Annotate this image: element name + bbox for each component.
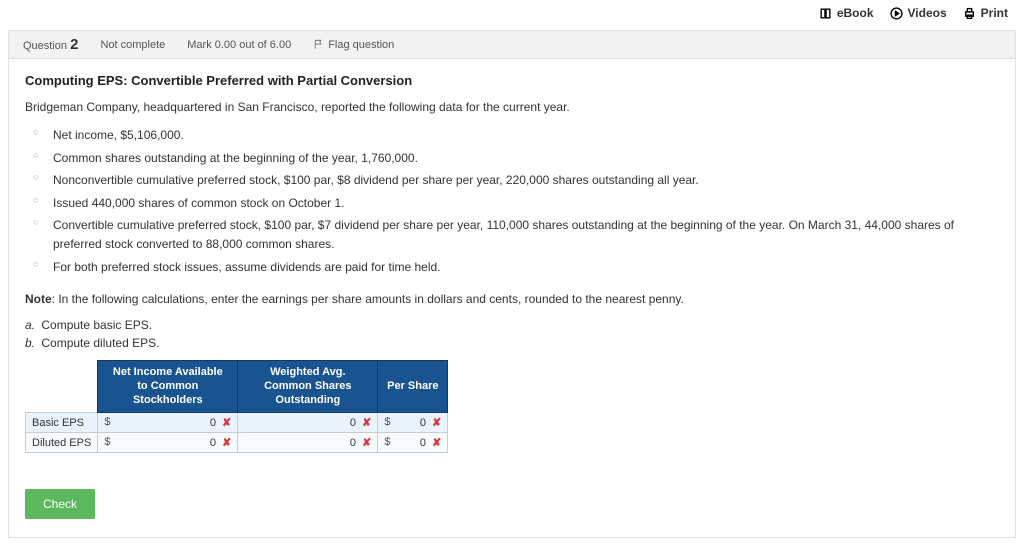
input-cell[interactable]: $0 ✘: [378, 413, 448, 433]
list-item: Issued 440,000 shares of common stock on…: [43, 192, 999, 215]
print-label: Print: [981, 6, 1008, 20]
flag-icon: [313, 39, 324, 50]
row-label: Diluted EPS: [26, 433, 98, 453]
list-item: Net income, $5,106,000.: [43, 124, 999, 147]
question-intro: Bridgeman Company, headquartered in San …: [25, 98, 999, 116]
play-icon: [890, 7, 903, 20]
row-label: Basic EPS: [26, 413, 98, 433]
question-status: Not complete: [100, 39, 165, 51]
flag-question[interactable]: Flag question: [313, 39, 394, 51]
table-row: Basic EPS $0 ✘ 0 ✘ $0 ✘: [26, 413, 448, 433]
table-row: Diluted EPS $0 ✘ 0 ✘ $0 ✘: [26, 433, 448, 453]
col-header: Net Income Available to Common Stockhold…: [98, 361, 238, 413]
x-icon: ✘: [362, 437, 371, 449]
input-cell[interactable]: $0 ✘: [378, 433, 448, 453]
task-list: a. Compute basic EPS. b. Compute diluted…: [25, 318, 999, 350]
question-header: Question 2 Not complete Mark 0.00 out of…: [8, 30, 1016, 59]
input-cell[interactable]: $0 ✘: [98, 433, 238, 453]
videos-link[interactable]: Videos: [890, 6, 947, 20]
print-icon: [963, 7, 976, 20]
question-mark: Mark 0.00 out of 6.00: [187, 39, 291, 51]
question-content: Computing EPS: Convertible Preferred wit…: [8, 59, 1016, 538]
list-item: Convertible cumulative preferred stock, …: [43, 214, 999, 255]
input-cell[interactable]: $0 ✘: [98, 413, 238, 433]
input-cell[interactable]: 0 ✘: [238, 433, 378, 453]
book-icon: [819, 7, 832, 20]
col-header: Weighted Avg. Common Shares Outstanding: [238, 361, 378, 413]
note-text: Note: In the following calculations, ent…: [25, 290, 999, 308]
ebook-label: eBook: [837, 6, 874, 20]
x-icon: ✘: [222, 417, 231, 429]
top-toolbar: eBook Videos Print: [0, 0, 1024, 24]
data-list: Net income, $5,106,000. Common shares ou…: [25, 124, 999, 278]
ebook-link[interactable]: eBook: [819, 6, 874, 20]
x-icon: ✘: [432, 437, 441, 449]
x-icon: ✘: [222, 437, 231, 449]
list-item: Common shares outstanding at the beginni…: [43, 147, 999, 170]
col-header: Per Share: [378, 361, 448, 413]
question-number: Question 2: [23, 36, 78, 53]
list-item: Nonconvertible cumulative preferred stoc…: [43, 169, 999, 192]
task-a: a. Compute basic EPS.: [25, 318, 999, 332]
x-icon: ✘: [432, 417, 441, 429]
input-cell[interactable]: 0 ✘: [238, 413, 378, 433]
x-icon: ✘: [362, 417, 371, 429]
videos-label: Videos: [908, 6, 947, 20]
task-b: b. Compute diluted EPS.: [25, 336, 999, 350]
eps-table: Net Income Available to Common Stockhold…: [25, 360, 448, 453]
question-title: Computing EPS: Convertible Preferred wit…: [25, 73, 999, 88]
print-link[interactable]: Print: [963, 6, 1008, 20]
check-button[interactable]: Check: [25, 489, 95, 519]
list-item: For both preferred stock issues, assume …: [43, 256, 999, 279]
